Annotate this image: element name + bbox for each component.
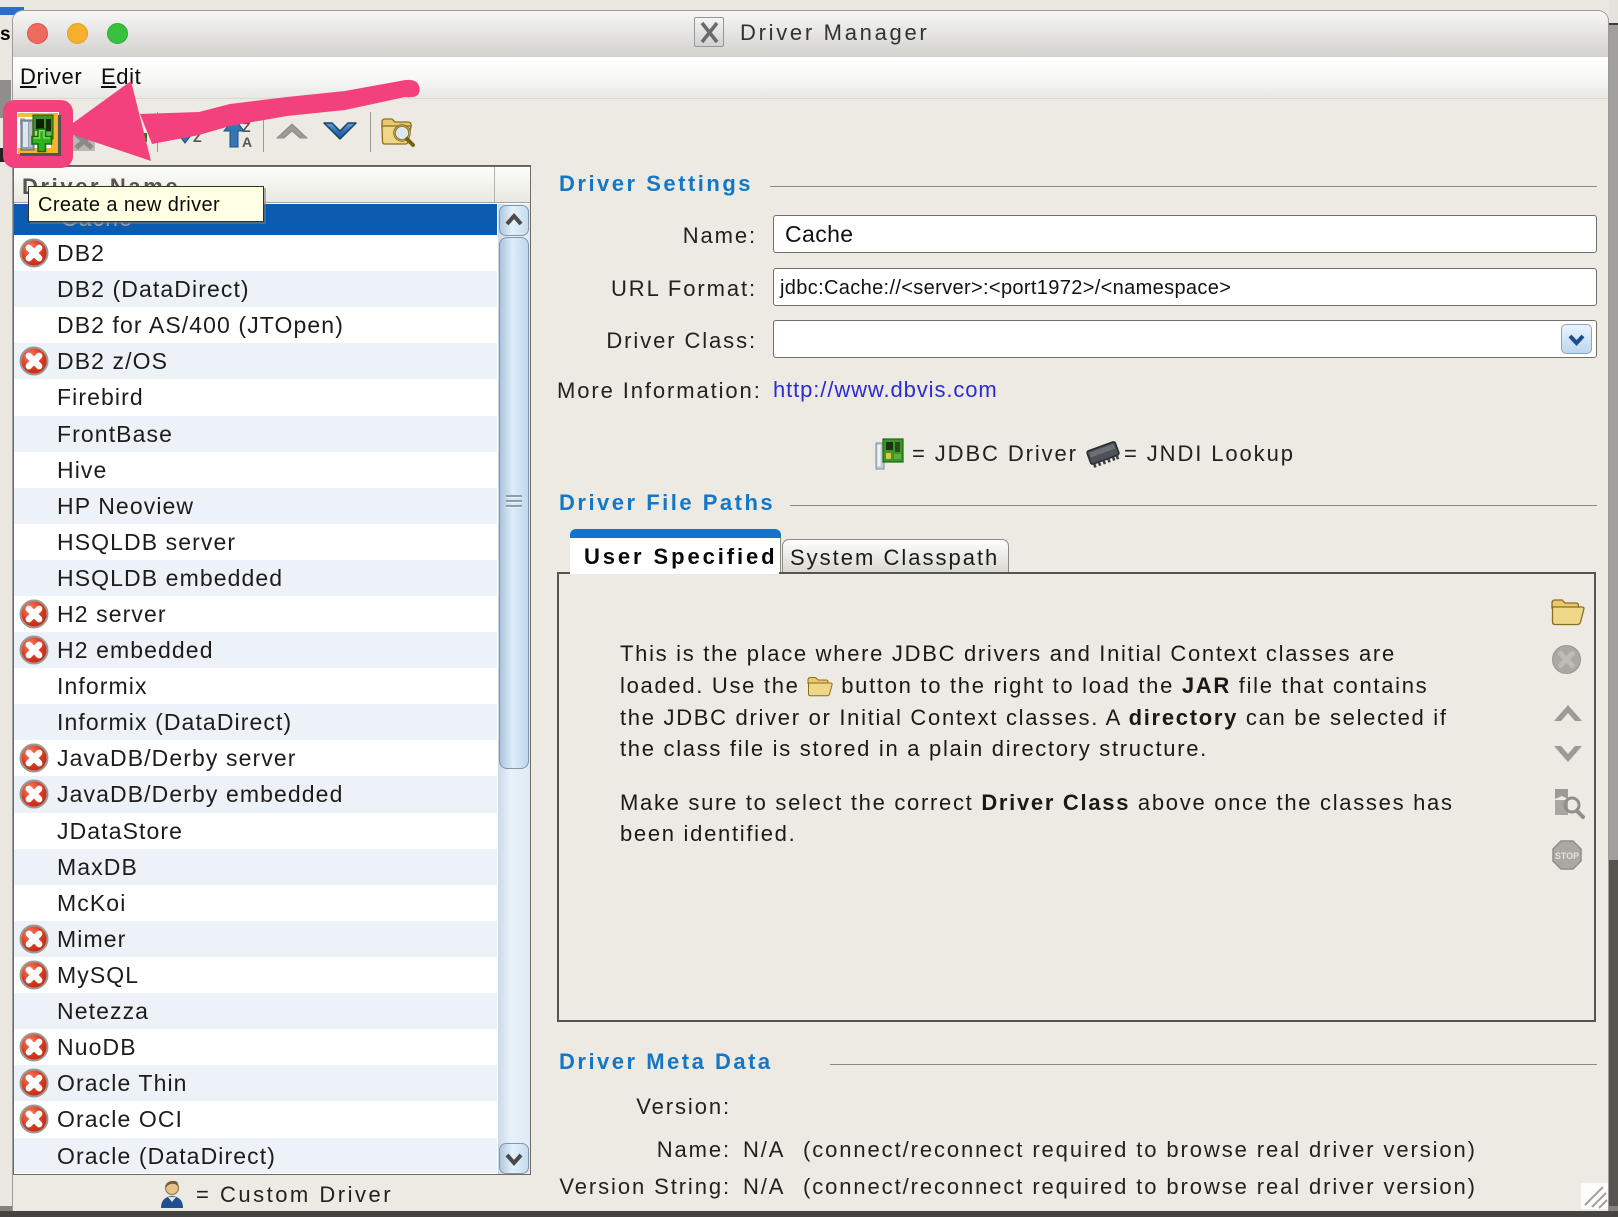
svg-text:STOP: STOP	[1555, 851, 1579, 861]
